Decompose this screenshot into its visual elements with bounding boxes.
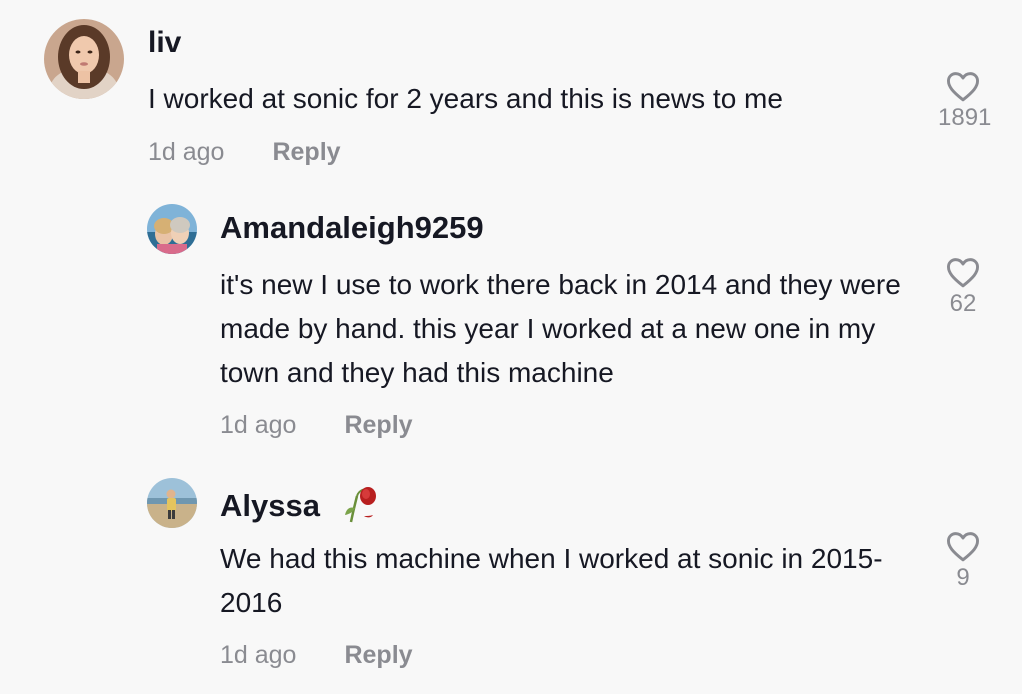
avatar[interactable]: [44, 19, 124, 99]
like-count: 1891: [938, 104, 992, 131]
comment-author[interactable]: Amandaleigh9259: [220, 210, 484, 246]
like-button[interactable]: 9: [938, 530, 988, 592]
comment-meta: 1d ago Reply: [220, 411, 413, 440]
comment-author[interactable]: liv: [148, 26, 181, 60]
comment-timestamp: 1d ago: [148, 138, 225, 166]
comment-author[interactable]: Alyssa: [220, 482, 381, 534]
avatar[interactable]: [147, 478, 197, 528]
reply-button[interactable]: Reply: [344, 641, 412, 669]
avatar[interactable]: [147, 204, 197, 254]
comment-text: We had this machine when I worked at son…: [220, 543, 883, 618]
like-button[interactable]: 62: [938, 256, 988, 318]
comment-timestamp: 1d ago: [220, 641, 297, 669]
comment-text: I worked at sonic for 2 years and this i…: [148, 83, 783, 114]
comment-meta: 1d ago Reply: [220, 641, 413, 670]
comment-text: it's new I use to work there back in 201…: [220, 269, 901, 388]
wilted-rose-icon: [337, 482, 381, 534]
like-button[interactable]: 1891: [938, 70, 992, 132]
heart-icon: [946, 72, 979, 102]
comment-item: Amandaleigh9259 it's new I use to work t…: [0, 190, 1022, 460]
reply-button[interactable]: Reply: [344, 411, 412, 439]
heart-icon: [946, 532, 979, 562]
comment-meta: 1d ago Reply: [148, 138, 341, 167]
comment-item: Alyssa We had this machine when I worked…: [0, 460, 1022, 694]
comment-author-name: Alyssa: [220, 488, 320, 524]
comment-timestamp: 1d ago: [220, 411, 297, 439]
heart-icon: [946, 258, 979, 288]
comment-item: liv I worked at sonic for 2 years and th…: [0, 0, 1022, 190]
reply-button[interactable]: Reply: [272, 138, 340, 166]
like-count: 9: [956, 564, 970, 591]
like-count: 62: [949, 290, 977, 317]
